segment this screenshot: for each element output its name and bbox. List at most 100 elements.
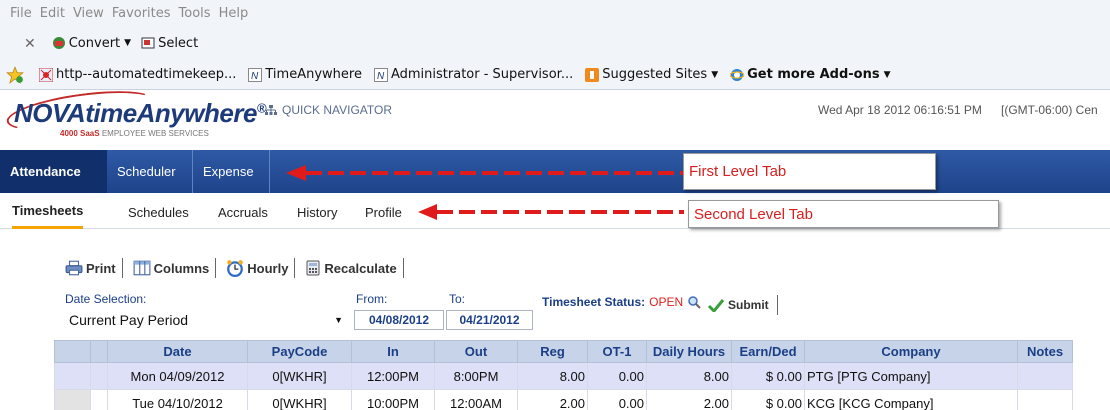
logo-sub-text: EMPLOYEE WEB SERVICES xyxy=(101,129,209,138)
cell-notes[interactable] xyxy=(1017,362,1073,390)
tab-timesheets[interactable]: Timesheets xyxy=(12,195,84,229)
annotation-text: First Level Tab xyxy=(689,163,787,180)
hourly-button[interactable]: Hourly xyxy=(226,259,288,277)
cell-earn-ded[interactable]: $ 0.00 xyxy=(731,362,805,390)
cell-in[interactable]: 12:00PM xyxy=(351,362,435,390)
tab-expense[interactable]: Expense xyxy=(193,150,270,193)
toolbar-divider xyxy=(215,258,217,278)
columns-button[interactable]: Columns xyxy=(133,260,209,276)
hourly-label: Hourly xyxy=(247,260,289,276)
column-header-earn-ded[interactable]: Earn/Ded xyxy=(731,340,805,363)
favorite-item[interactable]: Get more Add-ons ▼ xyxy=(730,67,891,82)
cell-notes[interactable] xyxy=(1017,389,1073,410)
quick-navigator-link[interactable]: QUICK NAVIGATOR xyxy=(265,103,392,117)
logo-subtitle: 4000 SaaS EMPLOYEE WEB SERVICES xyxy=(60,129,209,138)
tab-scheduler[interactable]: Scheduler xyxy=(107,150,193,193)
favorites-star-button[interactable] xyxy=(6,65,27,84)
cell-company[interactable]: PTG [PTG Company] xyxy=(804,362,1018,390)
menu-favorites[interactable]: Favorites xyxy=(112,6,171,21)
novatime-icon: N xyxy=(248,67,263,82)
browser-command-bar: ✕ Convert ▼ Select xyxy=(0,26,1110,60)
checkmark-icon xyxy=(707,299,725,312)
tab-label: Attendance xyxy=(10,164,81,179)
timesheet-status-label: Timesheet Status: xyxy=(542,295,646,309)
column-header-paycode[interactable]: PayCode xyxy=(247,340,352,363)
tab-profile[interactable]: Profile xyxy=(365,195,402,229)
column-header-date[interactable]: Date xyxy=(107,340,248,363)
favorite-label: TimeAnywhere xyxy=(265,67,362,82)
row-expand-cell xyxy=(90,362,108,390)
select-button[interactable]: Select xyxy=(141,36,198,51)
menu-help[interactable]: Help xyxy=(219,6,249,21)
menu-view[interactable]: View xyxy=(73,6,104,21)
row-selector-header xyxy=(54,340,91,363)
row-selector[interactable] xyxy=(54,362,91,390)
cell-date[interactable]: Mon 04/09/2012 xyxy=(107,362,248,390)
annotation-second-level-tab: Second Level Tab xyxy=(688,200,999,228)
cell-company[interactable]: KCG [KCG Company] xyxy=(804,389,1018,410)
magnifier-icon[interactable] xyxy=(687,295,701,309)
table-row[interactable]: Mon 04/09/2012 0[WKHR] 12:00PM 8:00PM 8.… xyxy=(54,362,1073,390)
favorite-item[interactable]: http--automatedtimekeep... xyxy=(39,67,236,82)
printer-icon xyxy=(65,260,83,276)
column-header-daily-hours[interactable]: Daily Hours xyxy=(646,340,732,363)
column-header-out[interactable]: Out xyxy=(434,340,518,363)
novatime-logo[interactable]: NOVAtimeAnywhere® xyxy=(14,98,267,129)
tab-label: Profile xyxy=(365,204,402,220)
tab-label: Scheduler xyxy=(117,164,176,179)
cell-daily-hours: 2.00 xyxy=(646,389,732,410)
tab-history[interactable]: History xyxy=(297,195,337,229)
convert-button[interactable]: Convert ▼ xyxy=(52,36,131,51)
suggested-sites-icon xyxy=(585,67,600,82)
annotation-arrow-second xyxy=(418,204,684,220)
annotation-text: Second Level Tab xyxy=(694,205,813,223)
tab-label: Accruals xyxy=(218,204,268,220)
column-header-in[interactable]: In xyxy=(351,340,435,363)
tab-schedules[interactable]: Schedules xyxy=(128,195,189,229)
date-selection-dropdown[interactable]: Current Pay Period ▼ xyxy=(65,309,347,331)
table-row[interactable]: Tue 04/10/2012 0[WKHR] 10:00PM 12:00AM 2… xyxy=(54,389,1073,410)
timesheet-status: Timesheet Status: OPEN xyxy=(542,295,704,309)
cell-ot1: 0.00 xyxy=(587,389,647,410)
cell-paycode[interactable]: 0[WKHR] xyxy=(247,362,352,390)
cell-out[interactable]: 12:00AM xyxy=(434,389,518,410)
recalculate-label: Recalculate xyxy=(324,260,397,276)
favorite-item[interactable]: Suggested Sites ▼ xyxy=(585,67,718,82)
column-header-ot1[interactable]: OT-1 xyxy=(587,340,647,363)
novatime-icon: N xyxy=(373,67,388,82)
toolbar-divider xyxy=(121,258,123,278)
submit-button[interactable]: Submit xyxy=(707,295,778,315)
recalculate-button[interactable]: Recalculate xyxy=(305,260,397,276)
to-date-field[interactable]: 04/21/2012 xyxy=(446,310,533,330)
toolbar-divider xyxy=(294,258,296,278)
close-toolbar-icon[interactable]: ✕ xyxy=(24,35,36,52)
cell-daily-hours: 8.00 xyxy=(646,362,732,390)
cell-date[interactable]: Tue 04/10/2012 xyxy=(107,389,248,410)
column-header-notes[interactable]: Notes xyxy=(1017,340,1073,363)
row-selector[interactable] xyxy=(54,389,91,410)
chevron-down-icon: ▼ xyxy=(124,38,132,48)
cell-earn-ded[interactable]: $ 0.00 xyxy=(731,389,805,410)
tab-accruals[interactable]: Accruals xyxy=(218,195,268,229)
tab-attendance[interactable]: Attendance xyxy=(0,150,107,193)
calculator-icon xyxy=(306,260,320,276)
cell-ot1: 0.00 xyxy=(587,362,647,390)
cell-out[interactable]: 8:00PM xyxy=(434,362,518,390)
timesheet-grid: Date PayCode In Out Reg OT-1 Daily Hours… xyxy=(54,340,1073,410)
print-button[interactable]: Print xyxy=(65,260,116,276)
print-label: Print xyxy=(86,260,116,276)
menu-edit[interactable]: Edit xyxy=(40,6,65,21)
menu-file[interactable]: File xyxy=(10,6,32,21)
column-header-reg[interactable]: Reg xyxy=(517,340,588,363)
favorite-item[interactable]: N Administrator - Supervisor... xyxy=(373,67,573,82)
from-date-field[interactable]: 04/08/2012 xyxy=(354,310,444,330)
select-icon xyxy=(141,37,155,49)
menu-tools[interactable]: Tools xyxy=(179,6,211,21)
favorite-item[interactable]: N TimeAnywhere xyxy=(248,67,362,82)
timezone-label: [(GMT-06:00) Cen xyxy=(1001,103,1098,117)
cell-paycode[interactable]: 0[WKHR] xyxy=(247,389,352,410)
app-header: NOVAtimeAnywhere® 4000 SaaS EMPLOYEE WEB… xyxy=(0,83,1110,140)
cell-in[interactable]: 10:00PM xyxy=(351,389,435,410)
sitemap-icon xyxy=(265,105,277,115)
column-header-company[interactable]: Company xyxy=(804,340,1018,363)
